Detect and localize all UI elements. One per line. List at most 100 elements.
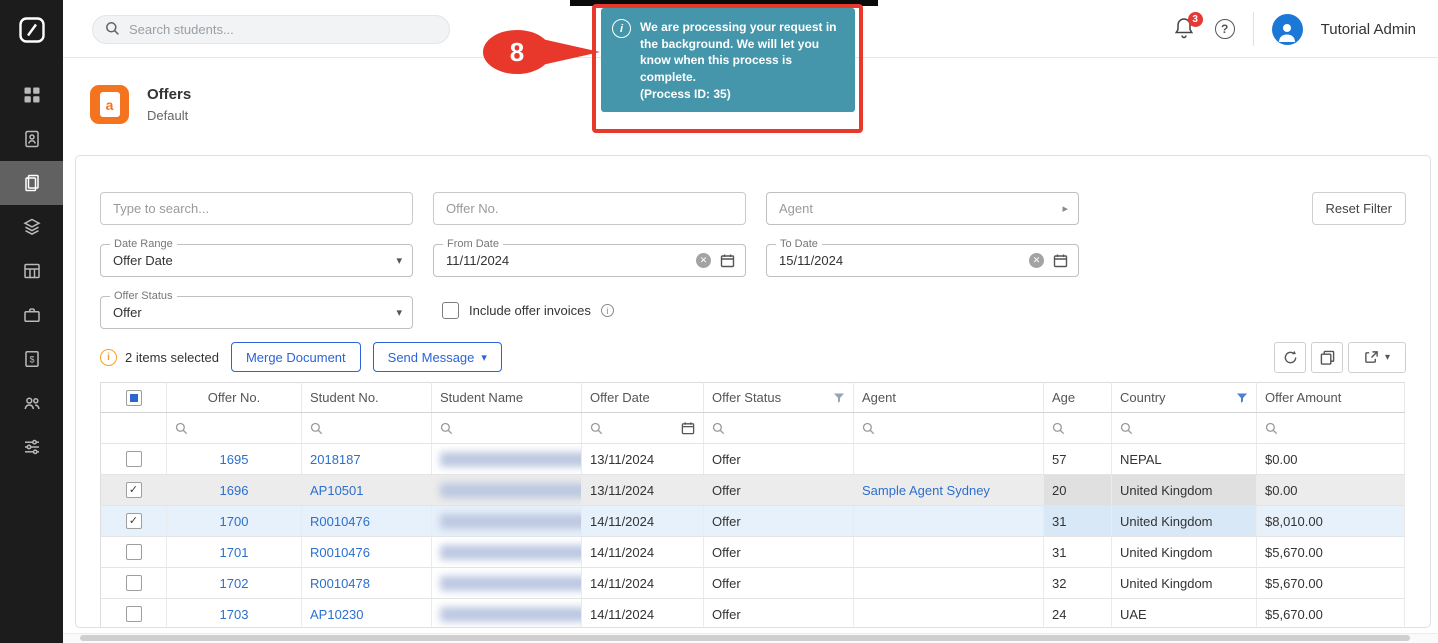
- offer-no-link[interactable]: 1701: [220, 545, 249, 560]
- calendar-icon[interactable]: [681, 421, 695, 435]
- sidebar-item-services[interactable]: [0, 293, 63, 337]
- col-offer-no[interactable]: Offer No.: [167, 383, 302, 413]
- filter-cell-country[interactable]: [1112, 413, 1257, 444]
- table-row[interactable]: 1703 AP10230 14/11/2024 Offer 24 UAE $5,…: [101, 599, 1405, 629]
- filter-cell-student-no[interactable]: [302, 413, 432, 444]
- filter-cell-student-name[interactable]: [432, 413, 582, 444]
- col-offer-date[interactable]: Offer Date: [582, 383, 704, 413]
- from-date-field[interactable]: From Date 11/11/2024 ✕: [433, 244, 746, 277]
- quick-search-input[interactable]: [113, 201, 400, 216]
- refresh-button[interactable]: [1274, 342, 1306, 373]
- cell-select[interactable]: [101, 599, 167, 629]
- filter-icon[interactable]: [833, 392, 845, 404]
- table-row[interactable]: ✓ 1700 R0010476 14/11/2024 Offer 31 Unit…: [101, 506, 1405, 537]
- table-row[interactable]: ✓ 1696 AP10501 13/11/2024 Offer Sample A…: [101, 475, 1405, 506]
- offer-no-link[interactable]: 1696: [220, 483, 249, 498]
- reset-filter-button[interactable]: Reset Filter: [1312, 192, 1406, 225]
- offer-no-input[interactable]: [446, 201, 733, 216]
- column-chooser-button[interactable]: [1311, 342, 1343, 373]
- row-checkbox[interactable]: ✓: [126, 513, 142, 529]
- to-date-field[interactable]: To Date 15/11/2024 ✕: [766, 244, 1079, 277]
- sidebar-item-contacts[interactable]: [0, 117, 63, 161]
- offer-no-link[interactable]: 1695: [220, 452, 249, 467]
- row-checkbox[interactable]: [126, 575, 142, 591]
- col-country[interactable]: Country: [1112, 383, 1257, 413]
- send-message-button[interactable]: Send Message ▾: [373, 342, 502, 372]
- horizontal-scrollbar-thumb[interactable]: [80, 635, 1410, 641]
- sidebar-item-invoices[interactable]: $: [0, 337, 63, 381]
- table-row[interactable]: 1701 R0010476 14/11/2024 Offer 31 United…: [101, 537, 1405, 568]
- row-checkbox[interactable]: [126, 451, 142, 467]
- cell-select[interactable]: [101, 444, 167, 475]
- filter-cell-offer-no[interactable]: [167, 413, 302, 444]
- row-checkbox[interactable]: [126, 606, 142, 622]
- cell-offer-no: 1696: [167, 475, 302, 506]
- include-invoices-checkbox[interactable]: [442, 302, 459, 319]
- filter-cell-agent[interactable]: [854, 413, 1044, 444]
- col-offer-status[interactable]: Offer Status: [704, 383, 854, 413]
- sidebar-item-partners[interactable]: [0, 381, 63, 425]
- annotation-top-bar: [570, 0, 878, 6]
- cell-age: 31: [1044, 537, 1112, 568]
- header-row: Offer No. Student No. Student Name Offer…: [101, 383, 1405, 413]
- quick-search-field[interactable]: [100, 192, 413, 225]
- agent-filter[interactable]: Agent ▸: [766, 192, 1079, 225]
- filter-cell-age[interactable]: [1044, 413, 1112, 444]
- cell-age: 31: [1044, 506, 1112, 537]
- clear-icon[interactable]: ✕: [1029, 253, 1044, 268]
- sidebar-item-offers[interactable]: [0, 161, 63, 205]
- to-date-value: 15/11/2024: [779, 253, 843, 268]
- global-search[interactable]: [92, 15, 450, 44]
- help-button[interactable]: ?: [1215, 19, 1235, 39]
- export-button[interactable]: ▾: [1348, 342, 1406, 373]
- cell-age: 57: [1044, 444, 1112, 475]
- student-no-link[interactable]: 2018187: [310, 452, 361, 467]
- cell-select[interactable]: [101, 537, 167, 568]
- sidebar-item-reports[interactable]: [0, 249, 63, 293]
- clear-icon[interactable]: ✕: [696, 253, 711, 268]
- merge-document-button[interactable]: Merge Document: [231, 342, 361, 372]
- offer-no-link[interactable]: 1700: [220, 514, 249, 529]
- cell-select[interactable]: [101, 568, 167, 599]
- col-agent[interactable]: Agent: [854, 383, 1044, 413]
- date-range-select[interactable]: Date Range Offer Date ▾: [100, 244, 413, 277]
- student-no-link[interactable]: AP10501: [310, 483, 364, 498]
- cell-select[interactable]: ✓: [101, 475, 167, 506]
- calendar-icon[interactable]: [1053, 253, 1068, 268]
- agent-link[interactable]: Sample Agent Sydney: [862, 483, 990, 498]
- row-checkbox[interactable]: ✓: [126, 482, 142, 498]
- col-offer-amount[interactable]: Offer Amount: [1257, 383, 1405, 413]
- select-all-header[interactable]: [101, 383, 167, 413]
- global-search-input[interactable]: [129, 22, 437, 37]
- table-row[interactable]: 1695 2018187 13/11/2024 Offer 57 NEPAL $…: [101, 444, 1405, 475]
- app-logo[interactable]: [0, 0, 63, 63]
- sidebar-item-courses[interactable]: [0, 205, 63, 249]
- sidebar-item-dashboard[interactable]: [0, 73, 63, 117]
- filter-cell-offer-amount[interactable]: [1257, 413, 1405, 444]
- cell-offer-date: 14/11/2024: [582, 506, 704, 537]
- agent-placeholder: Agent: [779, 201, 813, 216]
- user-name[interactable]: Tutorial Admin: [1321, 21, 1416, 38]
- col-student-name[interactable]: Student Name: [432, 383, 582, 413]
- cell-select[interactable]: ✓: [101, 506, 167, 537]
- student-no-link[interactable]: AP10230: [310, 607, 364, 622]
- student-no-link[interactable]: R0010476: [310, 545, 370, 560]
- sidebar-item-settings[interactable]: [0, 425, 63, 469]
- table-row[interactable]: 1702 R0010478 14/11/2024 Offer 32 United…: [101, 568, 1405, 599]
- offer-no-link[interactable]: 1702: [220, 576, 249, 591]
- calendar-icon[interactable]: [720, 253, 735, 268]
- offer-no-field[interactable]: [433, 192, 746, 225]
- filter-icon-active[interactable]: [1236, 392, 1248, 404]
- select-all-checkbox[interactable]: [126, 390, 142, 406]
- notifications-button[interactable]: 3: [1173, 16, 1197, 42]
- col-student-no[interactable]: Student No.: [302, 383, 432, 413]
- row-checkbox[interactable]: [126, 544, 142, 560]
- col-age[interactable]: Age: [1044, 383, 1112, 413]
- filter-cell-offer-date[interactable]: [582, 413, 704, 444]
- user-avatar[interactable]: [1272, 14, 1303, 45]
- filter-cell-offer-status[interactable]: [704, 413, 854, 444]
- student-no-link[interactable]: R0010476: [310, 514, 370, 529]
- offer-no-link[interactable]: 1703: [220, 607, 249, 622]
- offer-status-select[interactable]: Offer Status Offer ▾: [100, 296, 413, 329]
- student-no-link[interactable]: R0010478: [310, 576, 370, 591]
